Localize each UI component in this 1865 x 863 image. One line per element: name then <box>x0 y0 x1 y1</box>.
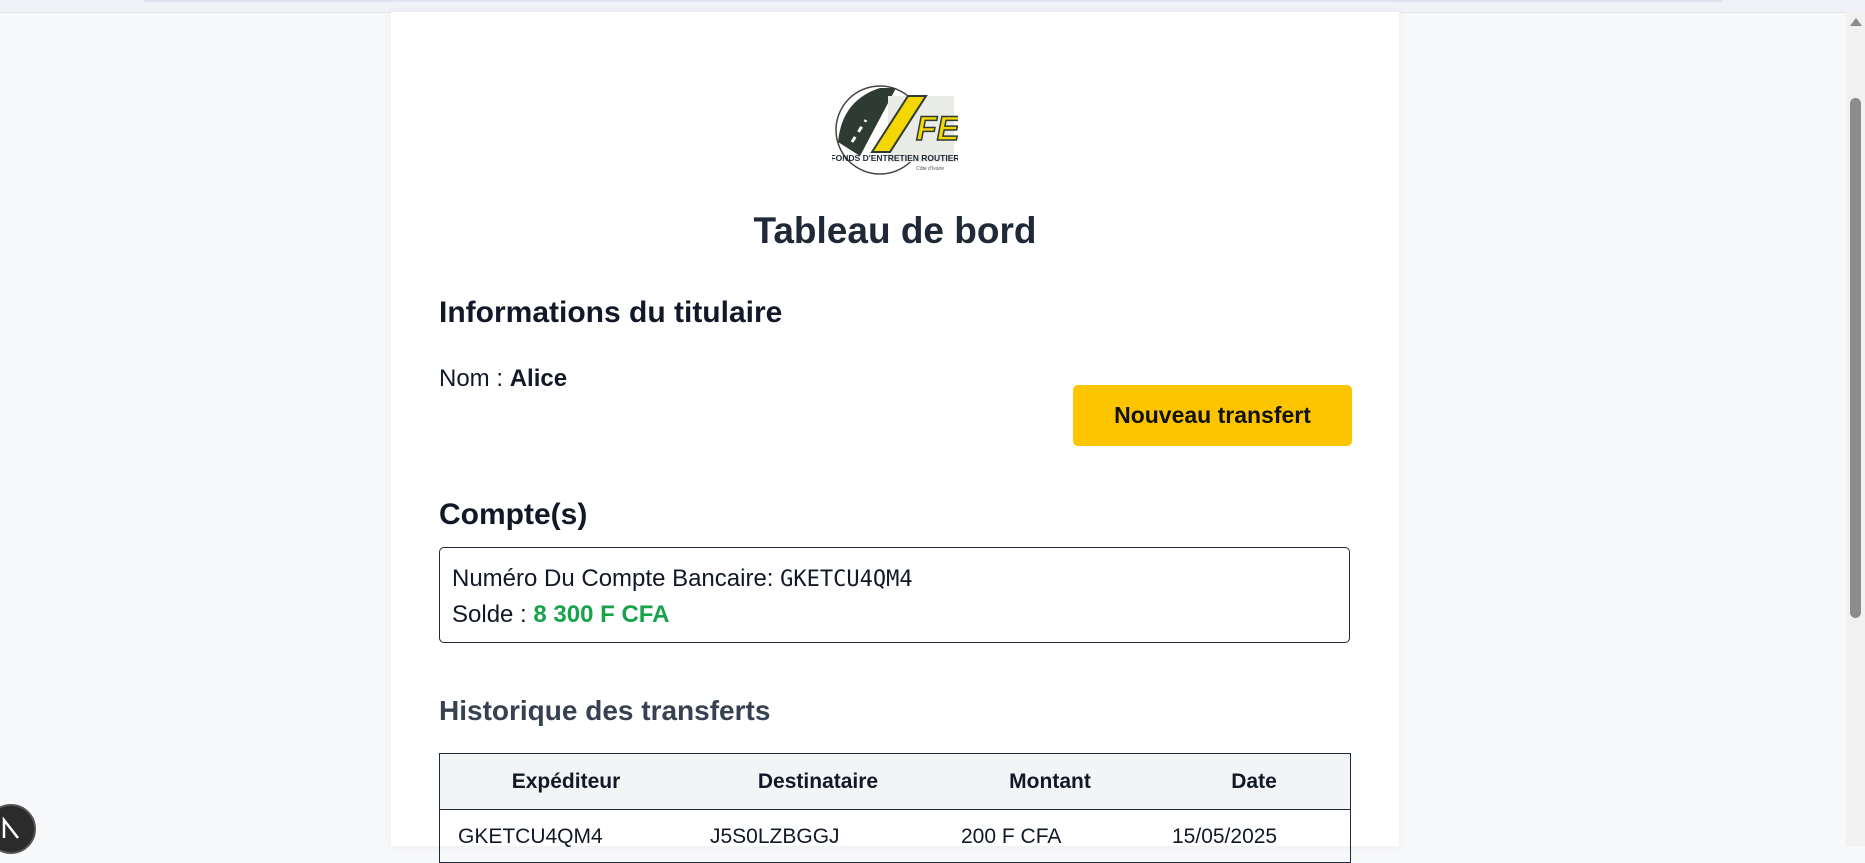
top-bar-strip <box>143 0 1723 2</box>
column-header-sender: Expéditeur <box>511 770 621 793</box>
account-card: Numéro Du Compte Bancaire: GKETCU4QM4 So… <box>439 547 1350 643</box>
account-number-line: Numéro Du Compte Bancaire: GKETCU4QM4 <box>452 565 913 593</box>
table-cell-sender: GKETCU4QM4 <box>458 825 603 848</box>
history-section-title: Historique des transferts <box>439 695 771 726</box>
fer-logo: FER FONDS D'ENTRETIEN ROUTIER Côte d'Ivo… <box>832 85 958 175</box>
n-logo-icon[interactable] <box>0 804 36 854</box>
balance-label: Solde : <box>452 601 527 628</box>
n-letter-icon <box>2 816 19 839</box>
vertical-scrollbar[interactable] <box>1846 12 1865 846</box>
holder-name-line: Nom : Alice <box>439 365 567 393</box>
table-cell-recipient: J5S0LZBGGJ <box>710 825 840 848</box>
column-header-amount: Montant <box>1009 770 1091 793</box>
transfers-table: Expéditeur Destinataire Montant Date GKE… <box>439 753 1351 863</box>
column-header-date: Date <box>1231 770 1277 793</box>
holder-section-title: Informations du titulaire <box>439 296 783 329</box>
name-value: Alice <box>509 365 568 392</box>
account-balance: 8 300 F CFA <box>533 601 670 628</box>
page-title: Tableau de bord <box>753 210 1037 251</box>
table-cell-amount: 200 F CFA <box>961 825 1062 848</box>
logo-tagline: Côte d'Ivoire <box>916 166 944 172</box>
triangle-up-icon[interactable] <box>1850 18 1862 26</box>
table-cell-date: 15/05/2025 <box>1172 825 1278 848</box>
logo-letters: FER <box>916 110 958 148</box>
account-number-label: Numéro Du Compte Bancaire: <box>452 565 774 592</box>
name-label: Nom : <box>439 365 504 392</box>
column-header-recipient: Destinataire <box>757 770 879 793</box>
accounts-section-title: Compte(s) <box>439 498 588 531</box>
account-number: GKETCU4QM4 <box>780 567 913 592</box>
scrollbar-thumb[interactable] <box>1850 98 1861 618</box>
logo-text: FONDS D'ENTRETIEN ROUTIER <box>832 153 958 163</box>
account-balance-line: Solde : 8 300 F CFA <box>452 601 669 629</box>
new-transfer-button[interactable]: Nouveau transfert <box>1073 385 1352 446</box>
dashboard-card: FER FONDS D'ENTRETIEN ROUTIER Côte d'Ivo… <box>391 12 1399 863</box>
